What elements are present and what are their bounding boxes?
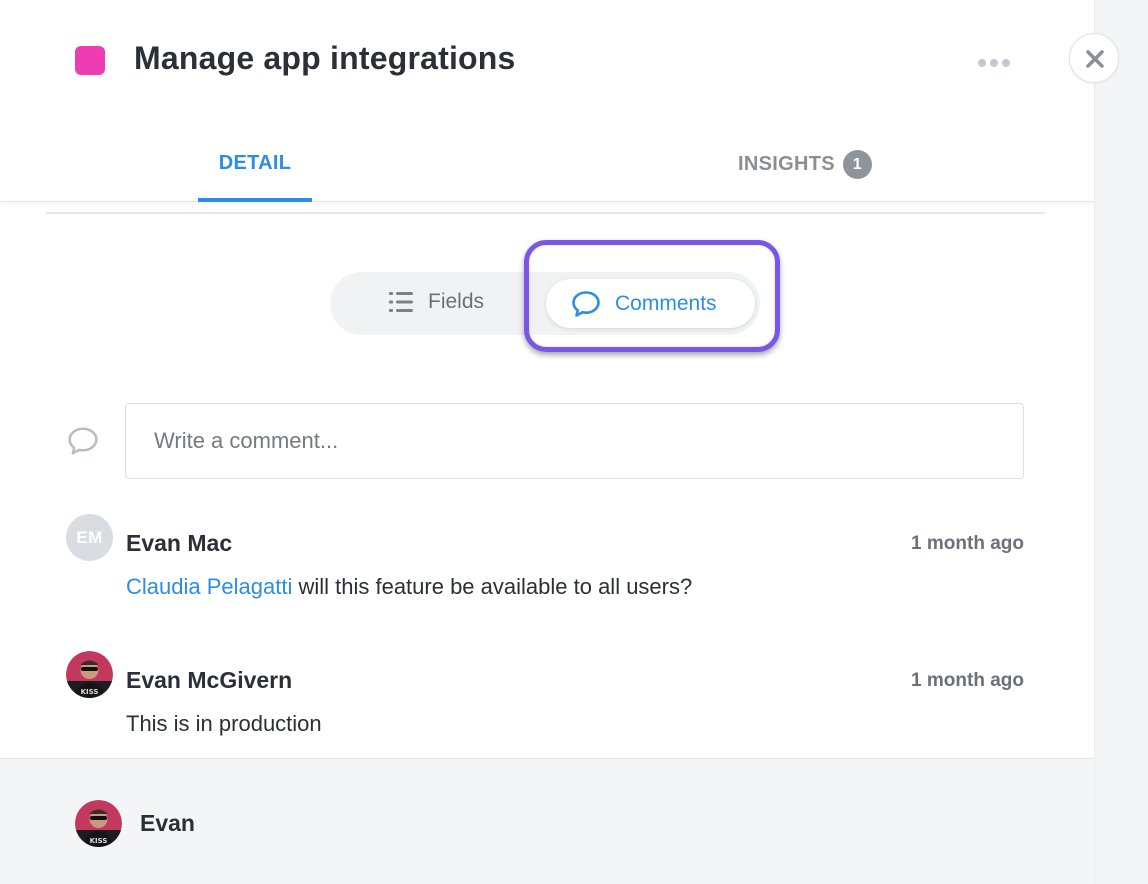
tab-insights[interactable]: INSIGHTS 1 xyxy=(738,150,872,179)
close-icon xyxy=(1086,50,1104,68)
insights-count-badge: 1 xyxy=(842,150,872,179)
comments-toggle-button[interactable]: Comments xyxy=(546,279,755,328)
fields-toggle-button[interactable]: Fields xyxy=(388,290,484,314)
active-tab-underline xyxy=(198,198,312,202)
svg-text:KISS: KISS xyxy=(90,837,108,845)
fields-toggle-label: Fields xyxy=(428,290,485,313)
user-photo-icon: KISS xyxy=(66,651,113,698)
current-user-avatar: KISS xyxy=(75,800,122,847)
comment-icon xyxy=(68,427,98,455)
avatar: KISS xyxy=(66,651,113,698)
comment-author: Evan Mac xyxy=(126,530,233,556)
tab-insights-label: INSIGHTS xyxy=(738,153,835,175)
comment-input[interactable] xyxy=(125,403,1024,479)
color-swatch[interactable] xyxy=(75,46,105,75)
current-user-name: Evan xyxy=(140,810,195,836)
user-mention-link[interactable]: Claudia Pelagatti xyxy=(126,574,292,599)
tab-detail[interactable]: DETAIL xyxy=(198,152,312,202)
detail-panel: Manage app integrations DETAIL INSIGHTS … xyxy=(0,0,1094,884)
comment-body: Claudia Pelagatti will this feature be a… xyxy=(126,574,692,600)
speech-bubble-icon xyxy=(572,290,600,317)
section-divider xyxy=(46,212,1045,214)
tabs-bar: DETAIL INSIGHTS 1 xyxy=(0,130,1094,202)
list-icon xyxy=(389,292,413,312)
tab-detail-label: DETAIL xyxy=(218,152,292,174)
comments-toggle-label: Comments xyxy=(615,291,717,315)
svg-text:KISS: KISS xyxy=(81,688,99,696)
more-options-icon[interactable] xyxy=(978,56,1012,70)
page-title: Manage app integrations xyxy=(134,40,516,76)
user-photo-icon: KISS xyxy=(75,800,122,847)
comment-author: Evan McGivern xyxy=(126,667,293,693)
background-strip xyxy=(1094,0,1148,884)
comment-timestamp: 1 month ago xyxy=(911,533,1024,554)
comment-text: will this feature be available to all us… xyxy=(292,574,693,599)
close-button[interactable] xyxy=(1069,33,1119,83)
comment-timestamp: 1 month ago xyxy=(911,670,1024,691)
avatar: EM xyxy=(66,514,113,561)
comment-body: This is in production xyxy=(126,711,322,736)
